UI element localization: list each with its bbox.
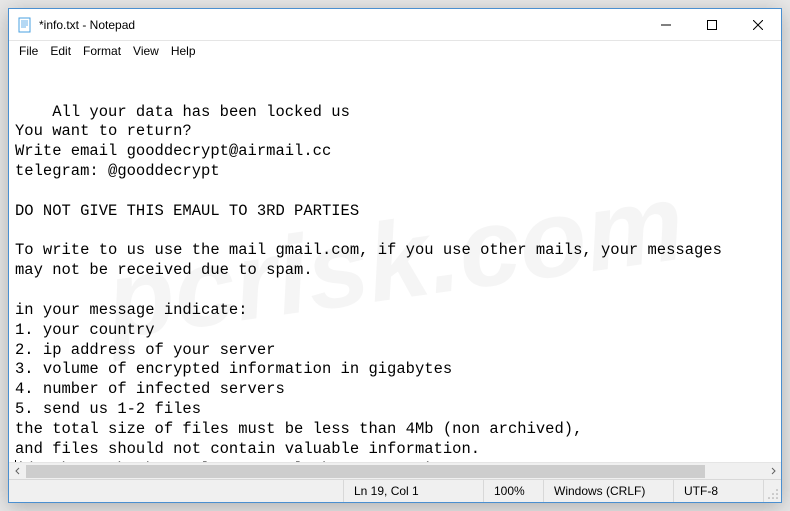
status-lineending: Windows (CRLF) <box>543 480 673 502</box>
status-encoding: UTF-8 <box>673 480 763 502</box>
window-title: *info.txt - Notepad <box>39 18 135 32</box>
resize-grip[interactable] <box>763 480 781 502</box>
maximize-icon <box>707 20 717 30</box>
notepad-window: *info.txt - Notepad File Edit Format Vie… <box>8 8 782 503</box>
notepad-icon <box>17 17 33 33</box>
titlebar[interactable]: *info.txt - Notepad <box>9 9 781 41</box>
minimize-button[interactable] <box>643 9 689 40</box>
resize-grip-icon <box>767 488 779 500</box>
text-area[interactable]: pcrisk.com All your data has been locked… <box>9 61 781 462</box>
text-caret <box>15 460 16 462</box>
status-zoom: 100% <box>483 480 543 502</box>
statusbar: Ln 19, Col 1 100% Windows (CRLF) UTF-8 <box>9 479 781 502</box>
menu-help[interactable]: Help <box>165 43 202 59</box>
horizontal-scrollbar[interactable] <box>9 462 781 479</box>
scroll-thumb[interactable] <box>26 465 705 478</box>
menu-format[interactable]: Format <box>77 43 127 59</box>
minimize-icon <box>661 20 671 30</box>
menu-file[interactable]: File <box>13 43 44 59</box>
status-position: Ln 19, Col 1 <box>343 480 483 502</box>
maximize-button[interactable] <box>689 9 735 40</box>
scroll-right-arrow-icon[interactable] <box>764 463 781 480</box>
menubar: File Edit Format View Help <box>9 41 781 61</box>
menu-edit[interactable]: Edit <box>44 43 77 59</box>
close-button[interactable] <box>735 9 781 40</box>
scroll-track[interactable] <box>26 463 764 480</box>
close-icon <box>753 20 763 30</box>
menu-view[interactable]: View <box>127 43 165 59</box>
text-content: All your data has been locked us You wan… <box>15 103 722 462</box>
scroll-left-arrow-icon[interactable] <box>9 463 26 480</box>
